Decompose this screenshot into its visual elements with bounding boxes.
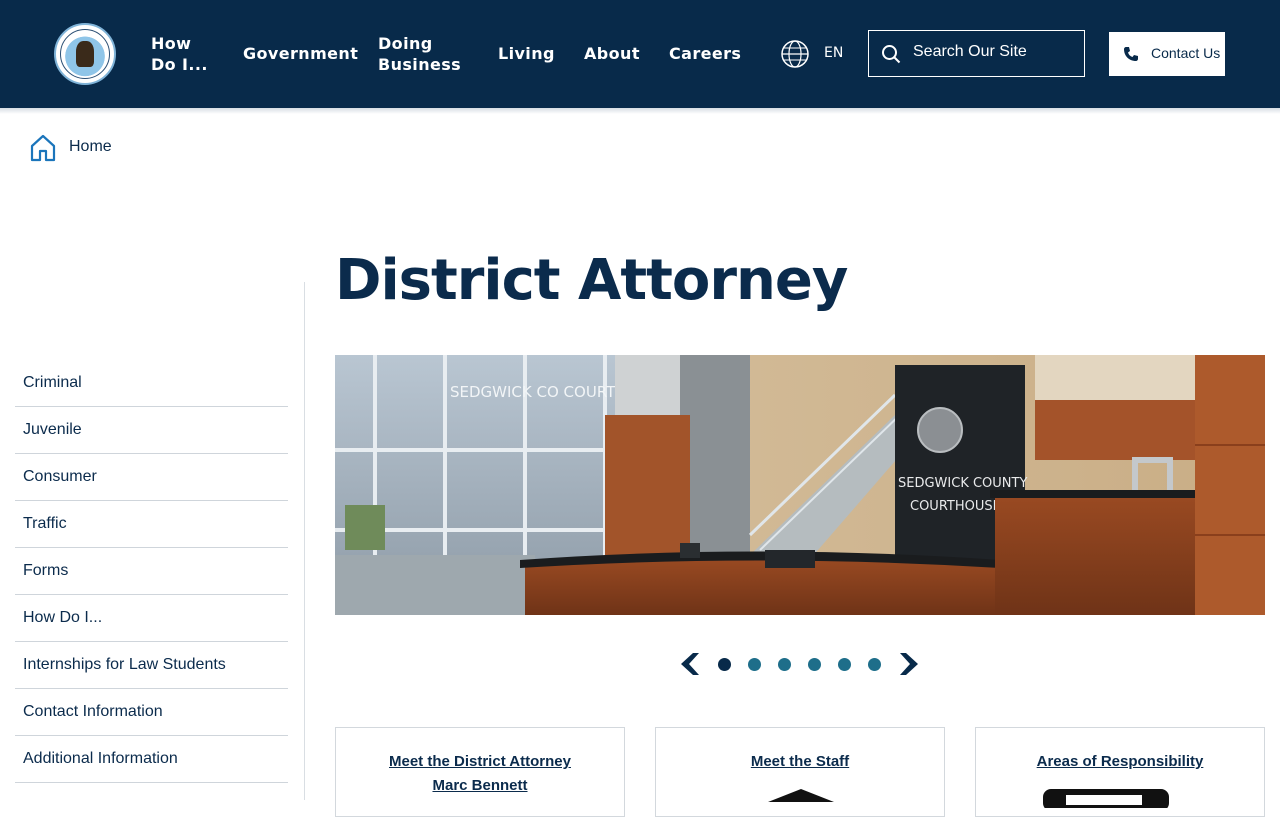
nav-how-do-i-line1: How [151, 34, 192, 53]
breadcrumb-home-link[interactable]: Home [69, 138, 112, 156]
nav-doing-business-line1: Doing [378, 34, 433, 53]
hero-sign-line2: COURTHOUSE [910, 499, 1001, 514]
header-shadow [0, 108, 1280, 114]
hero-sign-line1: SEDGWICK COUNTY [898, 476, 1027, 491]
language-selector[interactable]: EN [824, 45, 843, 61]
sidebar-item-criminal[interactable]: Criminal [15, 360, 288, 407]
sidebar-item-consumer[interactable]: Consumer [15, 454, 288, 501]
contact-us-label: Contact Us [1151, 45, 1221, 61]
nav-careers[interactable]: Careers [669, 43, 741, 64]
nav-about[interactable]: About [584, 43, 640, 64]
home-icon [30, 134, 56, 162]
sidebar-item-internships[interactable]: Internships for Law Students [15, 642, 288, 689]
nav-government[interactable]: Government [243, 43, 358, 64]
page-title: District Attorney [335, 248, 848, 313]
card-areas-of-responsibility-title[interactable]: Areas of Responsibility [976, 750, 1264, 774]
card-meet-district-attorney-line2: Marc Bennett [432, 777, 528, 794]
staff-icon [768, 789, 834, 802]
sidebar-item-contact-information[interactable]: Contact Information [15, 689, 288, 736]
search-placeholder: Search Our Site [913, 43, 1027, 60]
county-seal-logo[interactable] [54, 23, 116, 85]
sidebar-item-how-do-i[interactable]: How Do I... [15, 595, 288, 642]
carousel-dot-1[interactable] [718, 658, 731, 671]
sidebar-item-juvenile[interactable]: Juvenile [15, 407, 288, 454]
card-areas-of-responsibility[interactable]: Areas of Responsibility [975, 727, 1265, 817]
sidebar-nav: Criminal Juvenile Consumer Traffic Forms… [15, 360, 288, 783]
site-header: How Do I... Government Doing Business Li… [0, 0, 1280, 108]
search-icon [882, 45, 901, 64]
card-meet-district-attorney-title[interactable]: Meet the District Attorney Marc Bennett [336, 750, 624, 798]
carousel-dot-6[interactable] [868, 658, 881, 671]
sidebar-item-traffic[interactable]: Traffic [15, 501, 288, 548]
card-meet-the-staff[interactable]: Meet the Staff [655, 727, 945, 817]
seal-figure [76, 41, 94, 67]
card-meet-the-staff-title[interactable]: Meet the Staff [656, 750, 944, 774]
card-meet-district-attorney[interactable]: Meet the District Attorney Marc Bennett [335, 727, 625, 817]
sidebar-item-additional-information[interactable]: Additional Information [15, 736, 288, 783]
nav-doing-business-line2: Business [378, 55, 462, 74]
sidebar-divider [304, 282, 305, 800]
search-field[interactable]: Search Our Site [868, 30, 1085, 77]
phone-icon [1124, 47, 1138, 61]
carousel-next-arrow-icon[interactable] [898, 652, 922, 676]
nav-how-do-i-line2: Do I... [151, 55, 208, 74]
contact-us-button[interactable]: Contact Us [1109, 32, 1225, 76]
nav-how-do-i[interactable]: How Do I... [151, 33, 208, 75]
nav-doing-business[interactable]: Doing Business [378, 33, 461, 75]
carousel-prev-arrow-icon[interactable] [677, 652, 701, 676]
carousel-dot-5[interactable] [838, 658, 851, 671]
carousel-dot-2[interactable] [748, 658, 761, 671]
globe-icon[interactable] [780, 39, 810, 69]
carousel-dot-3[interactable] [778, 658, 791, 671]
carousel-dot-4[interactable] [808, 658, 821, 671]
sidebar-item-forms[interactable]: Forms [15, 548, 288, 595]
hero-image-courthouse-lobby: SEDGWICK CO COURTHOUSE SEDGWICK COUNTY C… [335, 355, 1265, 615]
nav-living[interactable]: Living [498, 43, 555, 64]
card-meet-district-attorney-line1: Meet the District Attorney [389, 753, 571, 770]
responsibility-icon [1043, 789, 1169, 808]
